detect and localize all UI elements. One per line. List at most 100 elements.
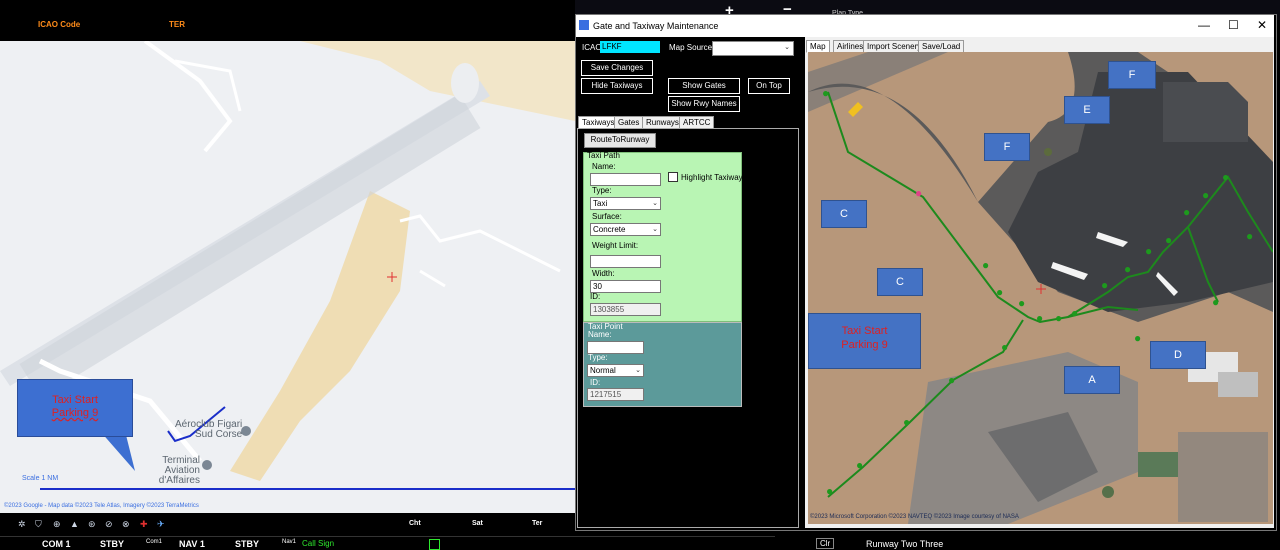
maximize-icon[interactable]: ☐ [1228,18,1239,32]
name-label: Name: [592,162,616,171]
map-pin-icon[interactable]: ● [1134,331,1141,345]
clear-button[interactable]: Clr [816,538,835,549]
map-pin-icon[interactable]: ● [1212,295,1219,309]
taxiway-f-mid-callout: F [984,133,1030,161]
point-id-label: ID: [590,378,601,387]
compass-icon[interactable]: ⊛ [88,519,96,530]
map-pin-icon[interactable]: ● [1071,306,1078,320]
runway-readout: Runway Two Three [866,539,944,549]
com1-small-label: Com1 [146,539,163,545]
bottom-right-strip [775,536,1280,549]
sat-button[interactable]: Sat [472,520,483,527]
stby-label-1[interactable]: STBY [100,539,124,549]
width-input[interactable]: 30 [590,280,661,293]
surface-select[interactable]: Concrete ⌄ [590,223,661,236]
plane-icon[interactable]: ✈ [157,519,165,530]
surface-label: Surface: [592,212,622,221]
no-entry-icon[interactable]: ⊘ [105,519,113,530]
map-pin-icon[interactable]: ● [903,415,910,429]
taxi-name-input[interactable] [590,173,661,186]
left-map-view[interactable] [0,41,575,513]
show-rwy-names-button[interactable]: Show Rwy Names [668,96,740,112]
place-label-terminal: Terminal Aviation d'Affaires [158,455,200,486]
bottom-toolbar [0,513,575,536]
taxi-path-title: Taxi Path [587,151,620,160]
taxiway-d-callout: D [1150,341,1206,369]
close-icon[interactable]: ✕ [1257,18,1267,32]
taxi-start-sat-callout: Taxi Start Parking 9 [808,313,921,369]
nav1-small-label: Nav1 [282,539,297,545]
chevron-down-icon: ⌄ [652,200,658,207]
map-source-label: Map Source: [669,43,715,52]
ter-button[interactable]: Ter [532,520,542,527]
map-pin-icon[interactable]: ● [948,373,955,387]
taxiway-c-lower-callout: C [877,268,923,296]
map-pin-icon[interactable]: ● [1222,170,1229,184]
taxiway-a-callout: A [1064,366,1120,394]
map-pin-icon[interactable]: ● [1001,340,1008,354]
tools-icon[interactable]: ⊗ [122,519,130,530]
taxi-type-select[interactable]: Taxi ⌄ [590,197,661,210]
map-graphics [0,41,575,481]
satellite-attribution: ©2023 Microsoft Corporation ©2023 NAVTEQ… [810,514,1019,520]
airport-icon[interactable]: ✲ [18,519,26,530]
cht-button[interactable]: Cht [409,520,421,527]
taxiway-f-callout: F [1108,61,1156,89]
scale-label: Scale 1 NM [22,475,59,482]
icao-input[interactable]: LFKF [600,41,660,53]
call-sign-field[interactable]: Call Sign [302,539,334,548]
red-plane-icon[interactable]: ✚ [140,519,148,530]
app-icon [579,20,589,30]
map-pin-icon[interactable]: ● [1183,205,1190,219]
highlight-taxiway-checkbox[interactable] [668,172,678,182]
taxiway-c-callout: C [821,200,867,228]
map-pin-icon[interactable]: ● [1018,296,1025,310]
chevron-down-icon: ⌄ [784,44,790,51]
call-sign-box[interactable] [429,539,440,550]
window-title: Gate and Taxiway Maintenance [593,21,719,31]
stby-label-2[interactable]: STBY [235,539,259,549]
point-type-label: Type: [588,353,608,362]
scale-bar [40,488,575,490]
save-changes-button[interactable]: Save Changes [581,60,653,76]
globe-icon[interactable]: ⊕ [53,519,61,530]
point-name-label: Name: [588,330,612,339]
taxi-point-id-field: 1217515 [587,388,644,401]
map-pin-icon[interactable]: ● [982,258,989,272]
map-pin-icon[interactable]: ● [1036,311,1043,325]
chevron-down-icon: ⌄ [635,367,641,374]
on-top-button[interactable]: On Top [748,78,790,94]
taxi-start-callout: Taxi Start Parking 9 [17,379,133,437]
weight-limit-input[interactable] [590,255,661,268]
minimize-icon[interactable]: — [1198,18,1210,32]
map-pin-icon[interactable]: ● [1101,278,1108,292]
map-pin-icon[interactable]: ● [822,86,829,100]
place-label-aeroclub: Aéroclub Figari Sud Corse [175,419,243,440]
shield-icon[interactable]: ⛉ [35,519,42,530]
route-to-runway-button[interactable]: RouteToRunway [584,133,656,148]
highlight-taxiway-label: Highlight Taxiway [681,173,743,182]
nav1-label[interactable]: NAV 1 [179,539,205,549]
map-pin-icon[interactable]: ● [1165,233,1172,247]
map-pin-icon[interactable]: ● [1202,188,1209,202]
map-pin-icon[interactable]: ● [1246,229,1253,243]
weight-limit-label: Weight Limit: [592,241,639,250]
map-source-select[interactable]: ⌄ [712,41,794,56]
map-pin-icon[interactable]: ● [996,285,1003,299]
map-pin-icon[interactable]: ● [856,458,863,472]
hide-taxiways-button[interactable]: Hide Taxiways [581,78,653,94]
left-header-bar [0,0,575,41]
mountain-icon[interactable]: ▲ [70,519,79,529]
map-pin-icon[interactable]: ● [1055,311,1062,325]
com1-label[interactable]: COM 1 [42,539,71,549]
chevron-down-icon: ⌄ [652,226,658,233]
point-type-select[interactable]: Normal ⌄ [587,364,644,377]
map-pin-icon[interactable]: ● [826,484,833,498]
show-gates-button[interactable]: Show Gates [668,78,740,94]
selected-pin-icon[interactable]: ● [915,186,922,200]
map-pin-icon[interactable]: ● [1145,244,1152,258]
taxi-path-id-field: 1303855 [590,303,661,316]
map-attribution: ©2023 Google - Map data ©2023 Tele Atlas… [4,503,199,509]
map-pin-icon[interactable]: ● [1124,262,1131,276]
width-label: Width: [592,269,615,278]
